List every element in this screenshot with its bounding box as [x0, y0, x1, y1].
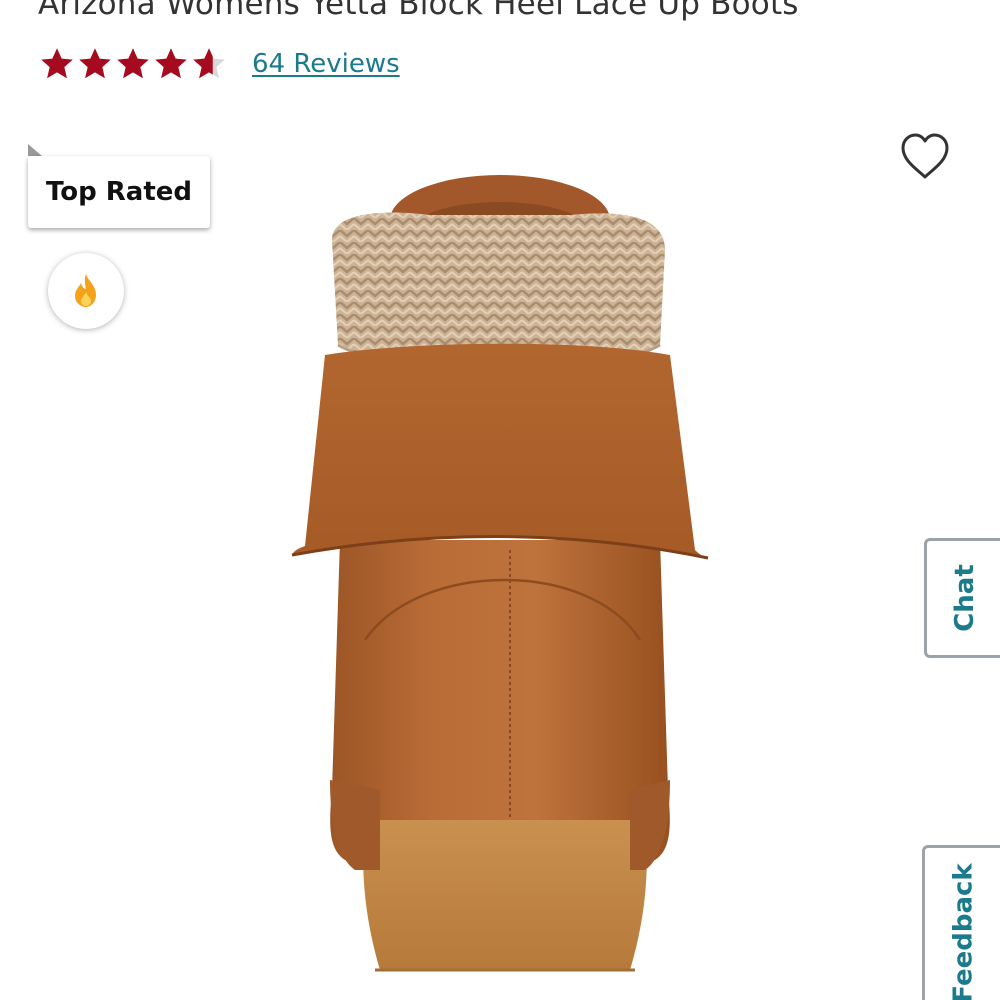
trending-badge[interactable] — [48, 253, 124, 329]
star-icon — [117, 48, 149, 79]
half-star-icon — [193, 48, 225, 79]
feedback-tab[interactable]: Feedback — [922, 845, 1000, 1000]
star-icon — [155, 48, 187, 79]
chat-tab[interactable]: Chat — [924, 538, 1000, 658]
star-icon — [41, 48, 73, 79]
top-rated-badge: Top Rated — [28, 156, 210, 228]
product-image[interactable] — [270, 170, 730, 1000]
product-title: Arizona Womens Yetta Block Heel Lace Up … — [38, 0, 799, 22]
feedback-tab-label: Feedback — [949, 863, 980, 1000]
badge-fold — [28, 144, 42, 156]
reviews-link[interactable]: 64 Reviews — [252, 49, 400, 79]
product-page: Arizona Womens Yetta Block Heel Lace Up … — [0, 0, 1000, 1000]
fire-icon — [75, 274, 96, 307]
heart-outline-icon[interactable] — [898, 130, 952, 182]
badge-label: Top Rated — [45, 177, 193, 207]
star-icon — [79, 48, 111, 79]
star-rating[interactable] — [38, 46, 228, 82]
chat-tab-label: Chat — [949, 564, 980, 632]
rating-row: 64 Reviews — [38, 44, 400, 84]
